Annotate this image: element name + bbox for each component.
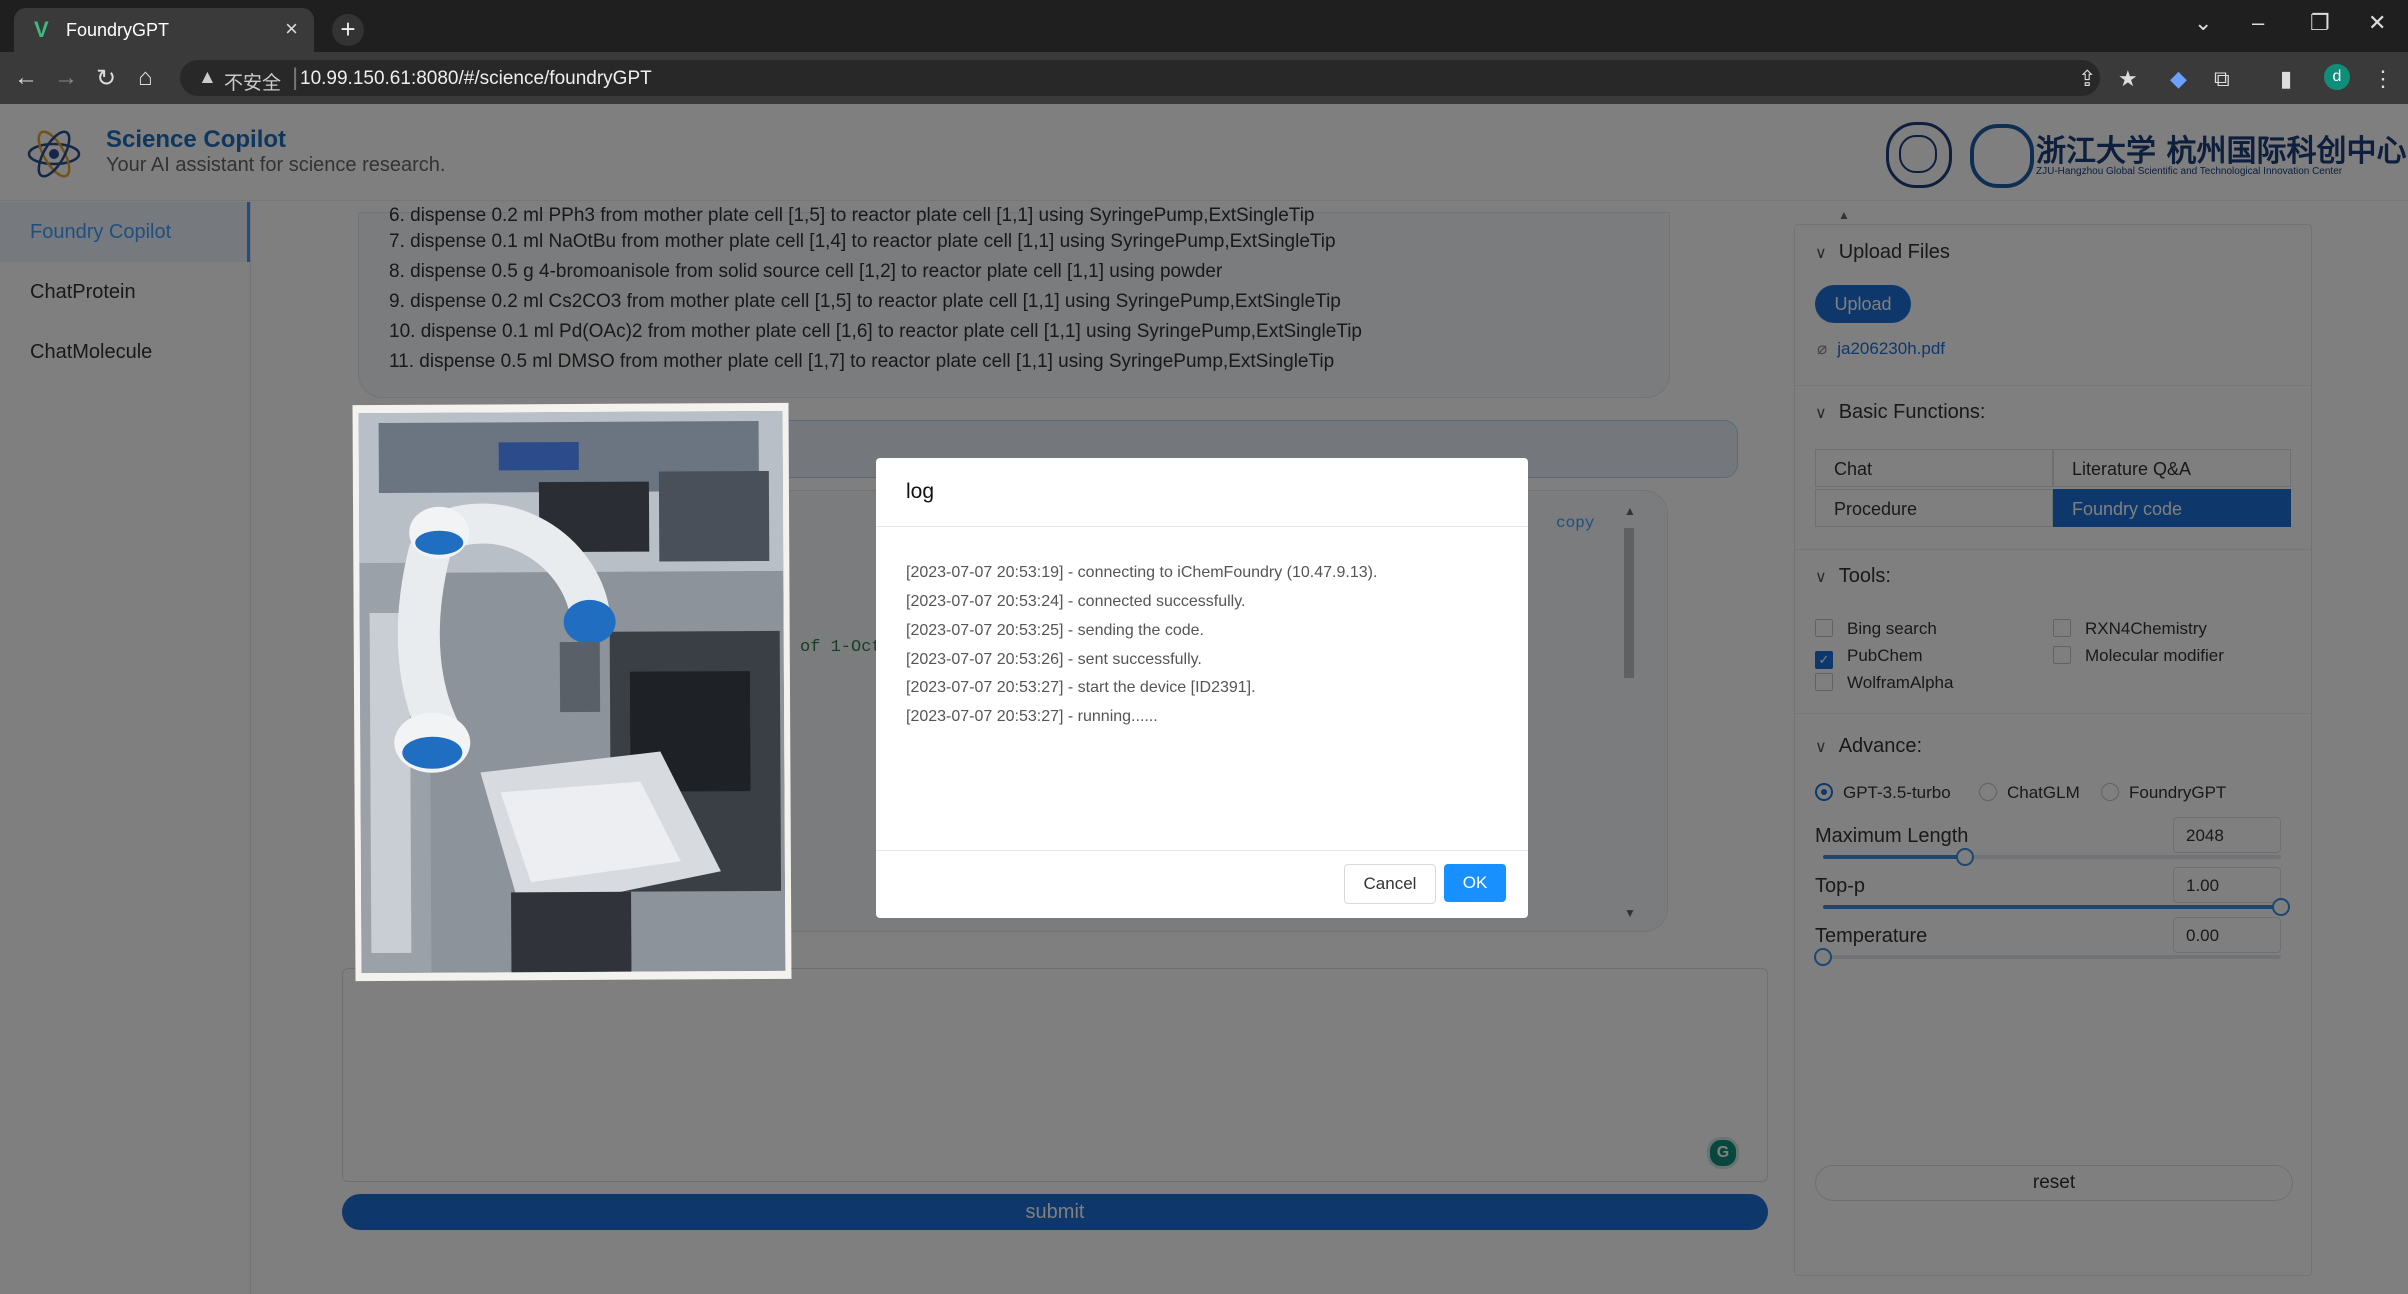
share-icon[interactable]: ⇪ xyxy=(2078,66,2096,92)
warning-icon: ▲ xyxy=(198,67,217,88)
profile-avatar[interactable]: d xyxy=(2324,64,2350,90)
log-line: [2023-07-07 20:53:25] - sending the code… xyxy=(906,622,1204,639)
browser-tab[interactable]: V FoundryGPT × xyxy=(14,8,314,52)
log-line: [2023-07-07 20:53:26] - sent successfull… xyxy=(906,651,1202,668)
log-line: [2023-07-07 20:53:27] - running...... xyxy=(906,708,1158,725)
browser-menu-icon[interactable]: ⋮ xyxy=(2372,66,2394,92)
url-text: 10.99.150.61:8080/#/science/foundryGPT xyxy=(300,68,652,89)
vue-logo-icon: V xyxy=(34,17,49,42)
back-icon[interactable]: ← xyxy=(14,64,38,92)
new-tab-button[interactable]: + xyxy=(332,14,364,46)
address-bar-row: ← → ↻ ⌂ ▲ 不安全 | 10.99.150.61:8080/#/scie… xyxy=(0,52,2408,104)
dialog-divider xyxy=(876,850,1528,851)
close-tab-icon[interactable]: × xyxy=(285,16,298,42)
restore-icon[interactable]: ❐ xyxy=(2310,10,2330,36)
security-label[interactable]: 不安全 xyxy=(224,68,281,95)
side-panel-icon[interactable]: ▮ xyxy=(2280,66,2292,92)
ok-button[interactable]: OK xyxy=(1444,864,1506,902)
log-line: [2023-07-07 20:53:19] - connecting to iC… xyxy=(906,564,1378,581)
forward-icon[interactable]: → xyxy=(54,64,78,92)
url-field[interactable]: ▲ 不安全 | 10.99.150.61:8080/#/science/foun… xyxy=(180,60,2100,96)
extensions-puzzle-icon[interactable]: ⧉ xyxy=(2214,66,2230,92)
robot-arm-video xyxy=(352,402,792,982)
tab-title: FoundryGPT xyxy=(66,20,170,40)
reload-icon[interactable]: ↻ xyxy=(96,64,116,93)
robot-arm-image xyxy=(358,410,786,974)
tab-search-icon[interactable]: ⌄ xyxy=(2194,10,2212,36)
dialog-title: log xyxy=(906,480,935,503)
log-line: [2023-07-07 20:53:27] - start the device… xyxy=(906,679,1256,696)
bookmark-star-icon[interactable]: ★ xyxy=(2118,66,2138,92)
browser-tab-bar: V FoundryGPT × + ⌄ – ❐ ✕ xyxy=(0,0,2408,52)
close-window-icon[interactable]: ✕ xyxy=(2368,10,2386,36)
log-line: [2023-07-07 20:53:24] - connected succes… xyxy=(906,593,1246,610)
log-dialog: log [2023-07-07 20:53:19] - connecting t… xyxy=(876,458,1528,918)
url-divider: | xyxy=(292,64,299,91)
extension-icon[interactable]: ◆ xyxy=(2170,66,2187,92)
dialog-divider xyxy=(876,526,1528,527)
cancel-button[interactable]: Cancel xyxy=(1344,864,1436,904)
minimize-icon[interactable]: – xyxy=(2252,10,2264,36)
home-icon[interactable]: ⌂ xyxy=(138,64,153,92)
